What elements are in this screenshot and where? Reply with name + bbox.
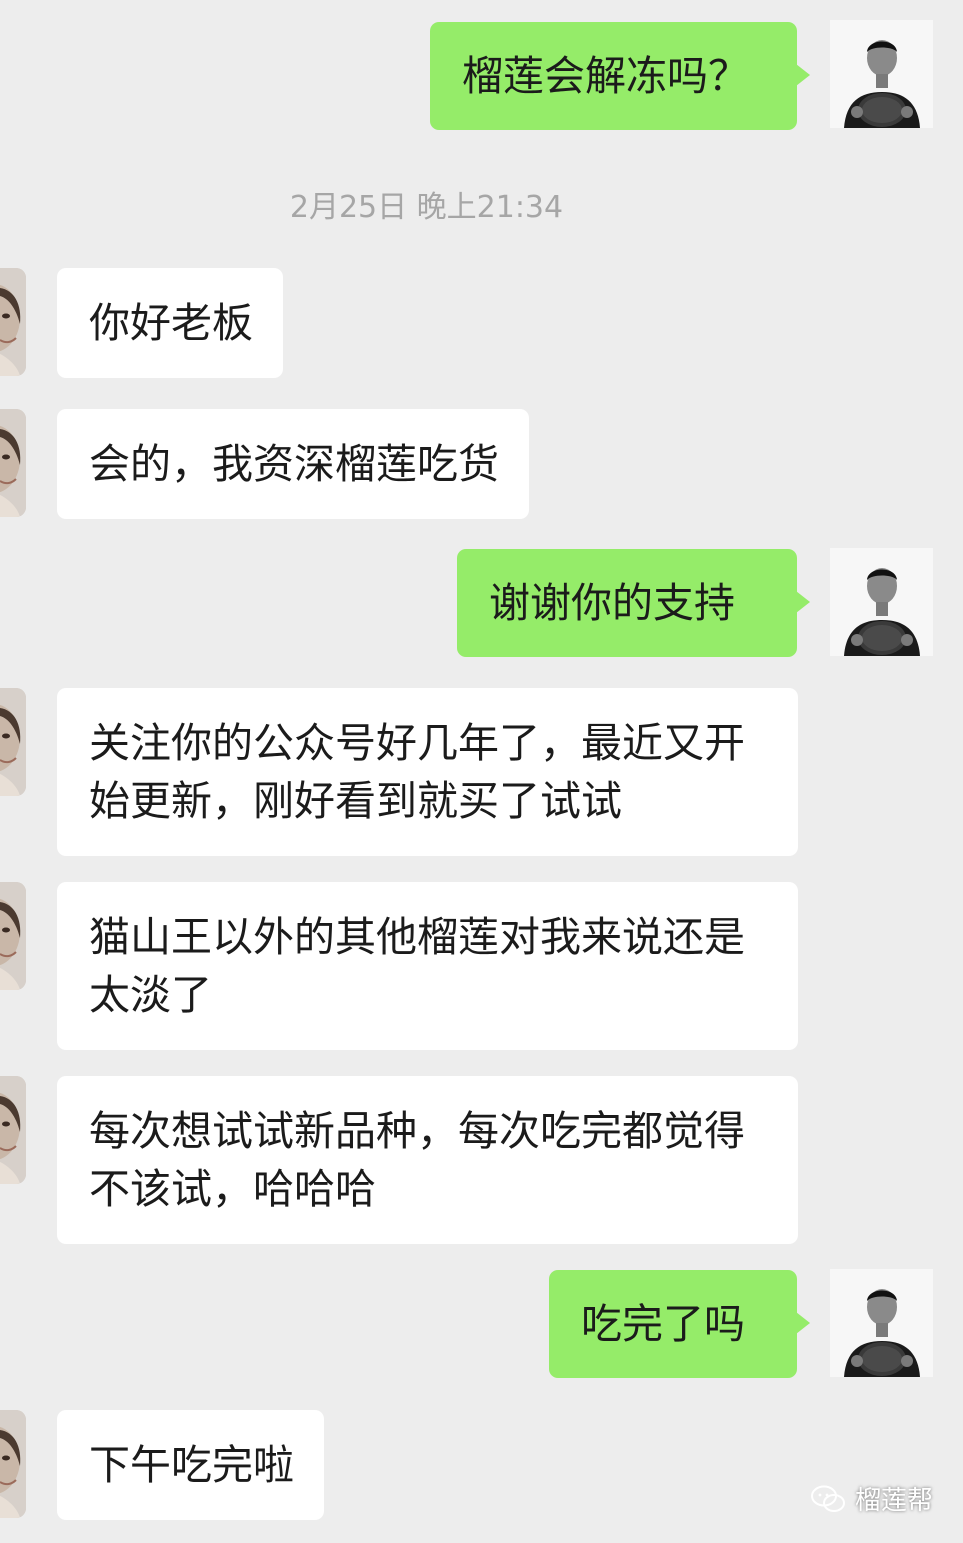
person-holding-durian-icon <box>830 548 933 656</box>
my-avatar[interactable] <box>830 1269 933 1377</box>
incoming-message-bubble[interactable]: 会的，我资深榴莲吃货 <box>57 409 529 519</box>
outgoing-message-bubble[interactable]: 吃完了吗 <box>549 1270 810 1378</box>
person-holding-durian-icon <box>830 1269 933 1377</box>
incoming-message-bubble[interactable]: 下午吃完啦 <box>57 1410 324 1520</box>
outgoing-message-bubble[interactable]: 榴莲会解冻吗？ <box>430 22 810 130</box>
contact-avatar[interactable] <box>0 409 26 517</box>
contact-face-icon <box>0 1410 26 1518</box>
my-avatar[interactable] <box>830 548 933 656</box>
contact-avatar[interactable] <box>0 1410 26 1518</box>
person-holding-durian-icon <box>830 20 933 128</box>
contact-face-icon <box>0 1076 26 1184</box>
outgoing-message-bubble[interactable]: 谢谢你的支持 <box>457 549 810 657</box>
account-watermark: 榴莲帮 <box>810 1480 933 1517</box>
contact-avatar[interactable] <box>0 882 26 990</box>
contact-avatar[interactable] <box>0 688 26 796</box>
contact-face-icon <box>0 409 26 517</box>
message-timestamp: 2月25日 晚上21:34 <box>289 190 564 225</box>
watermark-label: 榴莲帮 <box>854 1486 933 1516</box>
wechat-icon <box>810 1485 845 1512</box>
incoming-message-bubble[interactable]: 你好老板 <box>57 268 283 378</box>
contact-avatar[interactable] <box>0 268 26 376</box>
my-avatar[interactable] <box>830 20 933 128</box>
contact-face-icon <box>0 882 26 990</box>
contact-avatar[interactable] <box>0 1076 26 1184</box>
incoming-message-bubble[interactable]: 每次想试试新品种，每次吃完都觉得不该试，哈哈哈 <box>57 1076 798 1244</box>
contact-face-icon <box>0 688 26 796</box>
contact-face-icon <box>0 268 26 376</box>
incoming-message-bubble[interactable]: 猫山王以外的其他榴莲对我来说还是太淡了 <box>57 882 798 1050</box>
incoming-message-bubble[interactable]: 关注你的公众号好几年了，最近又开始更新，刚好看到就买了试试 <box>57 688 798 856</box>
